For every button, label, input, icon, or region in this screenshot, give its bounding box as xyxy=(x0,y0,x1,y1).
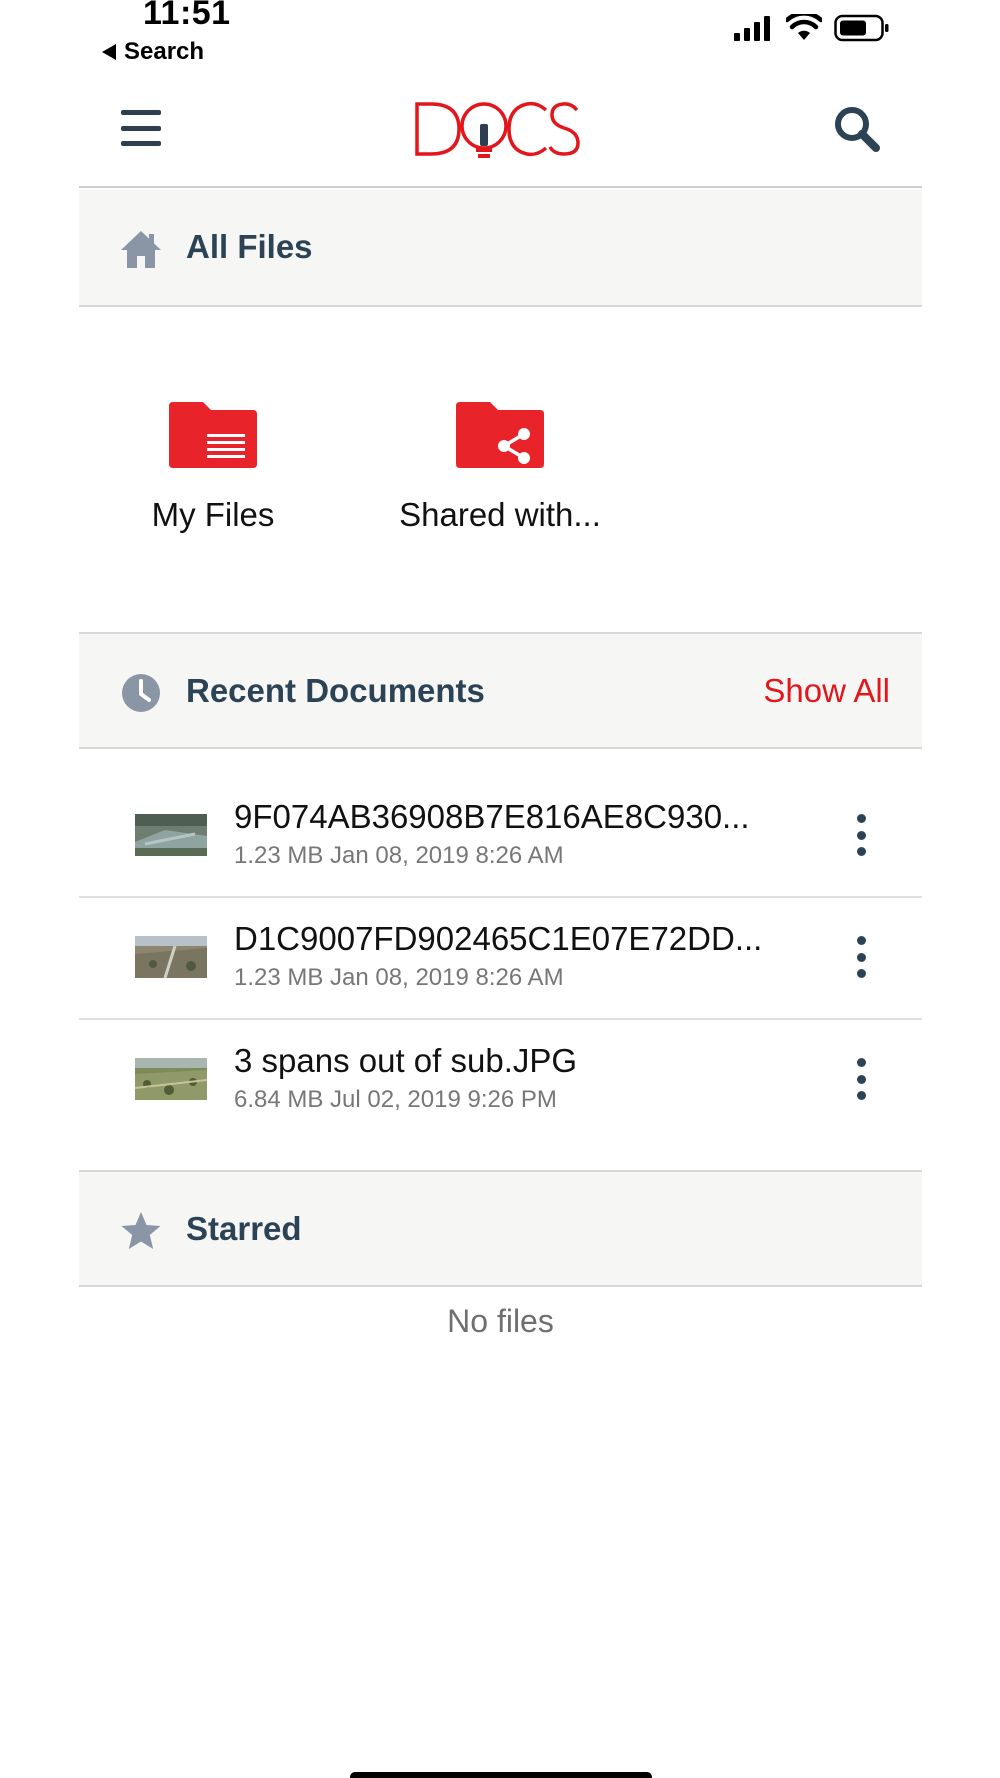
status-icons xyxy=(734,14,890,42)
back-to-search-link[interactable]: Search xyxy=(102,38,204,66)
document-meta: 1.23 MB Jan 08, 2019 8:26 AM xyxy=(234,964,564,991)
back-arrow-icon xyxy=(102,44,116,60)
section-title: Starred xyxy=(186,1210,302,1247)
image-thumbnail xyxy=(135,936,207,978)
home-icon xyxy=(121,231,161,268)
list-item[interactable]: 9F074AB36908B7E816AE8C930... 1.23 MB Jan… xyxy=(79,776,922,898)
status-time: 11:51 xyxy=(143,0,231,32)
recent-documents-header: Recent Documents Show All xyxy=(79,632,922,749)
clock-icon xyxy=(122,674,160,712)
search-icon[interactable] xyxy=(832,104,882,154)
folder-label: My Files xyxy=(151,496,275,533)
more-options-icon[interactable] xyxy=(854,936,868,978)
document-name: 9F074AB36908B7E816AE8C930... xyxy=(234,798,750,835)
docs-logo xyxy=(415,101,580,158)
document-name: 3 spans out of sub.JPG xyxy=(234,1042,578,1079)
all-files-header[interactable]: All Files xyxy=(79,190,922,307)
folder-shared-with[interactable]: Shared with... xyxy=(380,400,620,550)
folder-my-files[interactable]: My Files xyxy=(93,400,333,550)
list-item[interactable]: D1C9007FD902465C1E07E72DD... 1.23 MB Jan… xyxy=(79,898,922,1020)
image-thumbnail xyxy=(135,814,207,856)
more-options-icon[interactable] xyxy=(854,814,868,856)
image-thumbnail xyxy=(135,1058,207,1100)
wifi-icon xyxy=(786,14,822,40)
hamburger-menu-icon[interactable] xyxy=(121,110,161,146)
home-indicator[interactable] xyxy=(350,1772,652,1778)
document-name: D1C9007FD902465C1E07E72DD... xyxy=(234,920,763,957)
document-meta: 6.84 MB Jul 02, 2019 9:26 PM xyxy=(234,1086,557,1113)
list-item[interactable]: 3 spans out of sub.JPG 6.84 MB Jul 02, 2… xyxy=(79,1020,922,1142)
folder-document-icon xyxy=(169,402,257,468)
empty-state-text: No files xyxy=(447,1303,554,1339)
back-label: Search xyxy=(124,38,205,65)
more-options-icon[interactable] xyxy=(854,1058,868,1100)
starred-header: Starred xyxy=(79,1170,922,1287)
document-meta: 1.23 MB Jan 08, 2019 8:26 AM xyxy=(234,842,564,869)
app-header xyxy=(79,78,922,188)
signal-icon xyxy=(734,16,770,41)
folder-label: Shared with... xyxy=(399,496,601,533)
section-title: All Files xyxy=(186,228,313,265)
show-all-link[interactable]: Show All xyxy=(763,672,890,710)
battery-icon xyxy=(834,14,889,42)
section-title: Recent Documents xyxy=(186,672,485,709)
folder-share-icon xyxy=(456,402,544,468)
star-icon xyxy=(121,1212,161,1249)
